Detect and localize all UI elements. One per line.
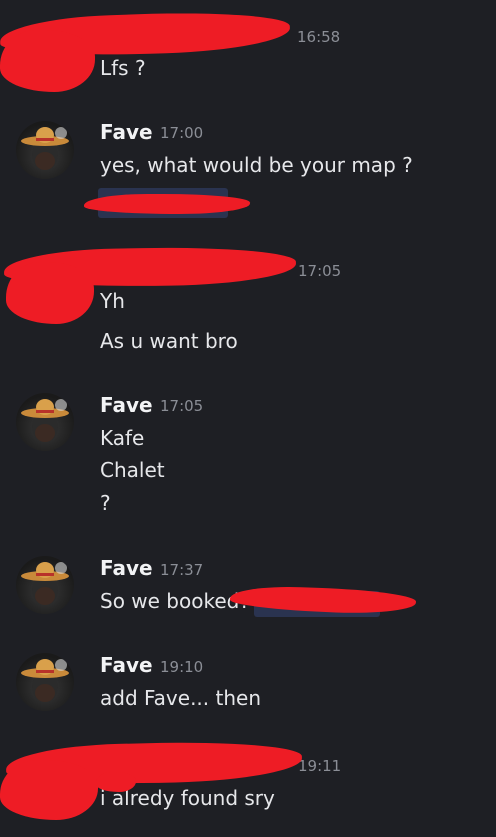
redacted-avatar: [0, 760, 98, 820]
message-text: So we booked?: [100, 589, 250, 613]
redacted-avatar: [0, 30, 95, 92]
message-timestamp: 17:00: [160, 124, 204, 142]
sombrero-avatar-icon[interactable]: [16, 653, 74, 711]
message-text: ?: [100, 491, 111, 515]
message-timestamp: 17:05: [160, 397, 204, 415]
message-timestamp: 17:05: [298, 262, 342, 280]
message-text: yes, what would be your map ?: [100, 153, 413, 177]
message-text: As u want bro: [100, 329, 238, 353]
sombrero-avatar-icon[interactable]: [16, 556, 74, 614]
redacted-content: [84, 194, 250, 214]
author-name[interactable]: Fave: [100, 120, 153, 144]
author-name[interactable]: Fave: [100, 556, 153, 580]
redacted-avatar: [6, 262, 94, 324]
message-text: Kafe: [100, 426, 145, 450]
message-timestamp: 19:10: [160, 658, 204, 676]
message-timestamp: 19:11: [298, 757, 342, 775]
message-text: Lfs ?: [100, 56, 146, 80]
message-timestamp: 16:58: [297, 28, 341, 46]
message-text: Yh: [100, 289, 125, 313]
redacted-content: [96, 772, 136, 792]
sombrero-avatar-icon[interactable]: [16, 121, 74, 179]
message-text: Chalet: [100, 458, 165, 482]
author-name[interactable]: Fave: [100, 653, 153, 677]
author-name[interactable]: Fave: [100, 393, 153, 417]
message-text: add Fave... then: [100, 686, 261, 710]
sombrero-avatar-icon[interactable]: [16, 393, 74, 451]
message-timestamp: 17:37: [160, 561, 204, 579]
